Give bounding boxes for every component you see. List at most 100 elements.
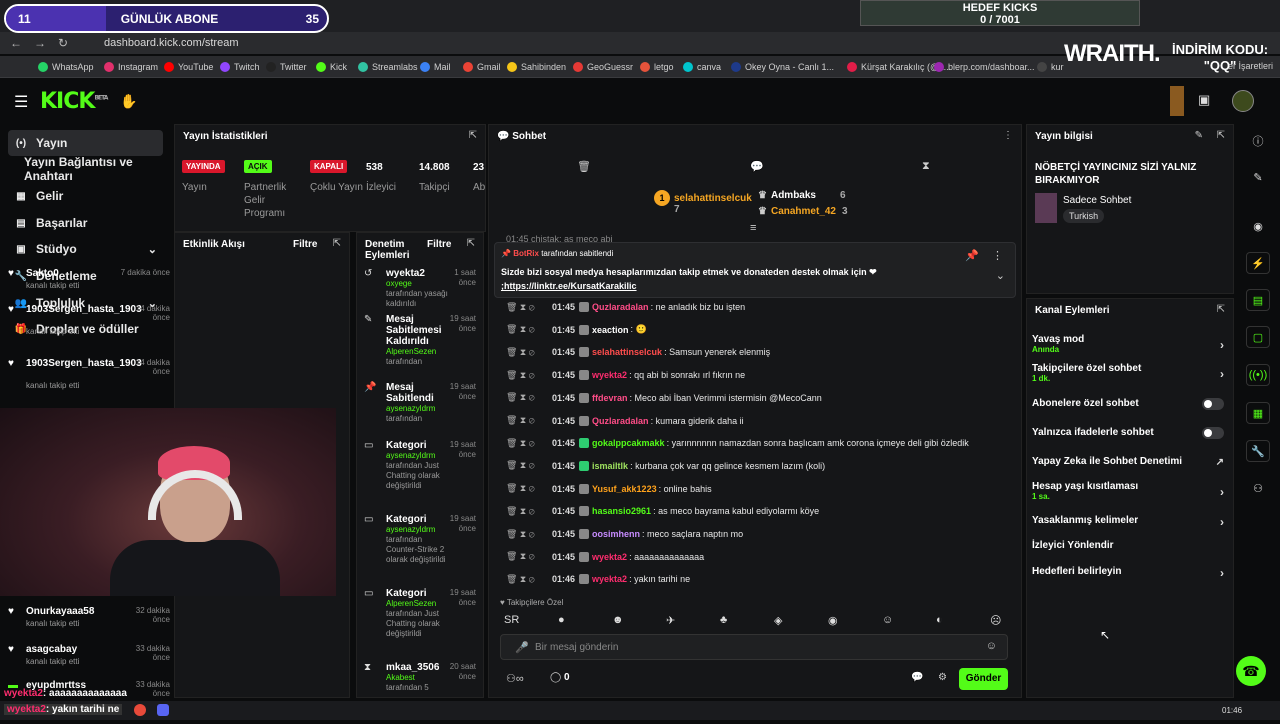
emote-icon[interactable]: ◐ xyxy=(936,614,943,626)
bookmark-0[interactable]: WhatsApp xyxy=(38,59,94,75)
chat-more-icon[interactable]: ⋮ xyxy=(1003,130,1013,141)
pencil-icon[interactable]: ✎ xyxy=(1246,166,1270,188)
chat-input[interactable]: 🎤 Bir mesaj gönderin ☺ xyxy=(500,634,1008,660)
channel-action-6[interactable]: Yasaklanmış kelimeler › xyxy=(1032,515,1226,529)
emote-icon[interactable]: ☺ xyxy=(882,614,893,626)
bookmark-15[interactable]: blerp.com/dashboar... xyxy=(934,59,1035,75)
edit-icon[interactable]: ✎ xyxy=(1195,130,1203,141)
sidebar-item-0[interactable]: (•) Yayın xyxy=(8,130,163,156)
channel-action-2[interactable]: Abonelere özel sohbet xyxy=(1032,398,1226,410)
channel-action-8[interactable]: Hedefleri belirleyin › xyxy=(1032,566,1226,580)
message-mod-controls[interactable]: 🗑 ⧗ ⊘ xyxy=(506,506,552,517)
message-mod-controls[interactable]: 🗑 ⧗ ⊘ xyxy=(506,551,552,562)
message-username[interactable]: wyekta2 xyxy=(592,552,627,562)
channel-action-3[interactable]: Yalnızca ifadelerle sohbet xyxy=(1032,427,1226,439)
popout-icon[interactable]: ⇱ xyxy=(469,130,477,141)
bookmark-9[interactable]: Sahibinden xyxy=(507,59,566,75)
popout-icon[interactable]: ⇱ xyxy=(1217,304,1225,315)
channel-action-1[interactable]: Takipçilere özel sohbet 1 dk. › xyxy=(1032,363,1226,383)
channel-action-4[interactable]: Yapay Zeka ile Sohbet Denetimi ↗ xyxy=(1032,456,1226,468)
chat-icon[interactable]: ▢ xyxy=(1246,326,1270,348)
message-mod-controls[interactable]: 🗑 ⧗ ⊘ xyxy=(506,347,552,358)
message-username[interactable]: ismailtlk xyxy=(592,461,628,471)
emote-icon[interactable]: SR xyxy=(504,614,519,626)
broadcast-icon[interactable]: ((•)) xyxy=(1246,364,1270,386)
message-username[interactable]: hasansio2961 xyxy=(592,506,651,516)
bookmark-4[interactable]: Twitter xyxy=(266,59,307,75)
send-button[interactable]: Gönder xyxy=(959,668,1008,690)
message-mod-controls[interactable]: 🗑 ⧗ ⊘ xyxy=(506,370,552,381)
emote-icon[interactable]: ♣ xyxy=(720,614,727,626)
bookmark-13[interactable]: Okey Oyna - Canlı 1... xyxy=(731,59,834,75)
chrome-taskbar-icon[interactable] xyxy=(134,704,146,716)
bookmark-6[interactable]: Streamlabs xyxy=(358,59,418,75)
message-mod-controls[interactable]: 🗑 ⧗ ⊘ xyxy=(506,529,552,540)
message-username[interactable]: Quzlaradalan xyxy=(592,416,649,426)
message-username[interactable]: gokalppcakmakk xyxy=(592,438,665,448)
message-username[interactable]: ffdevran xyxy=(592,393,628,403)
toggle-switch[interactable] xyxy=(1202,398,1224,410)
unpin-icon[interactable]: 📌 xyxy=(965,249,979,262)
message-username[interactable]: xeaction xyxy=(592,325,629,335)
chevron-down-icon[interactable]: ≡ xyxy=(750,222,756,234)
chat-bubble-icon[interactable]: 💬 xyxy=(750,160,764,173)
bookmark-7[interactable]: Mail xyxy=(420,59,451,75)
points-icon[interactable]: ⚇∞ xyxy=(506,672,524,685)
chat-settings-bubble-icon[interactable]: 💬 xyxy=(911,672,923,683)
emote-icon[interactable]: ◉ xyxy=(828,614,838,627)
message-mod-controls[interactable]: 🗑 ⧗ ⊘ xyxy=(506,460,552,471)
emote-icon[interactable]: ✈ xyxy=(666,614,675,627)
message-username[interactable]: Yusuf_akk1223 xyxy=(592,484,657,494)
channel-action-5[interactable]: Hesap yaşı kısıtlaması 1 sa. › xyxy=(1032,481,1226,501)
message-username[interactable]: Quzlaradalan xyxy=(592,302,649,312)
bookmark-5[interactable]: Kick xyxy=(316,59,347,75)
message-mod-controls[interactable]: 🗑 ⧗ ⊘ xyxy=(506,415,552,426)
external-link-icon[interactable]: ↗ xyxy=(1216,457,1224,468)
message-mod-controls[interactable]: 🗑 ⧗ ⊘ xyxy=(506,392,552,403)
chevron-right-icon[interactable]: › xyxy=(1220,485,1224,499)
bookmark-10[interactable]: GeoGuessr xyxy=(573,59,633,75)
pinned-more-icon[interactable]: ⋮ xyxy=(992,249,1003,262)
chevron-right-icon[interactable]: › xyxy=(1220,367,1224,381)
message-mod-controls[interactable]: 🗑 ⧗ ⊘ xyxy=(506,438,552,449)
sidebar-item-1[interactable]: Yayın Bağlantısı ve Anahtarı xyxy=(8,155,163,183)
camera-icon[interactable]: ◉ xyxy=(1246,215,1270,237)
wallet-icon[interactable]: ▣ xyxy=(1198,92,1210,108)
sidebar-item-4[interactable]: ▣ Stüdyo ⌄ xyxy=(8,236,163,262)
chevron-right-icon[interactable]: › xyxy=(1220,566,1224,580)
message-username[interactable]: wyekta2 xyxy=(592,370,627,380)
timer-icon[interactable]: ⧗ xyxy=(922,160,930,173)
bookmark-3[interactable]: Twitch xyxy=(220,59,260,75)
chevron-right-icon[interactable]: › xyxy=(1220,515,1224,529)
gear-icon[interactable]: ⚙ xyxy=(938,672,947,683)
bookmark-12[interactable]: canva xyxy=(683,59,721,75)
discord-taskbar-icon[interactable] xyxy=(157,704,169,716)
moderation-filter[interactable]: Filtre xyxy=(427,239,451,250)
reload-icon[interactable]: ↻ xyxy=(58,36,68,50)
document-icon[interactable]: ▤ xyxy=(1246,289,1270,311)
popout-icon[interactable]: ⇱ xyxy=(467,238,475,249)
emote-icon[interactable]: ● xyxy=(558,614,565,626)
forward-icon[interactable]: → xyxy=(34,36,46,50)
channel-action-7[interactable]: İzleyici Yönlendir xyxy=(1032,540,1226,551)
community-icon[interactable]: ⚇ xyxy=(1246,477,1270,499)
channel-action-0[interactable]: Yavaş mod Anında › xyxy=(1032,334,1226,354)
avatar[interactable] xyxy=(1232,90,1254,112)
activity-filter[interactable]: Filtre xyxy=(293,239,317,250)
message-username[interactable]: selahattinselcuk xyxy=(592,347,662,357)
emote-icon[interactable]: ◈ xyxy=(774,614,782,627)
message-username[interactable]: oosimhenn xyxy=(592,529,640,539)
emote-icon[interactable]: ☻ xyxy=(612,614,624,626)
sidebar-item-3[interactable]: ▤ Başarılar xyxy=(8,210,163,236)
bookmark-11[interactable]: letgo xyxy=(640,59,674,75)
layout-icon[interactable]: ▦ xyxy=(1246,402,1270,424)
kick-logo[interactable]: KICKBETA xyxy=(40,89,108,114)
wrench-icon[interactable]: 🔧 xyxy=(1246,440,1270,462)
sidebar-item-2[interactable]: ▦ Gelir xyxy=(8,183,163,209)
menu-icon[interactable]: ☰ xyxy=(14,92,28,112)
url-field[interactable]: dashboard.kick.com/stream xyxy=(88,34,1148,52)
pin-icon[interactable]: ✋ xyxy=(120,93,137,110)
bookmark-16[interactable]: kur xyxy=(1037,59,1064,75)
trash-icon[interactable]: 🗑 xyxy=(577,160,591,173)
bookmark-8[interactable]: Gmail xyxy=(463,59,501,75)
